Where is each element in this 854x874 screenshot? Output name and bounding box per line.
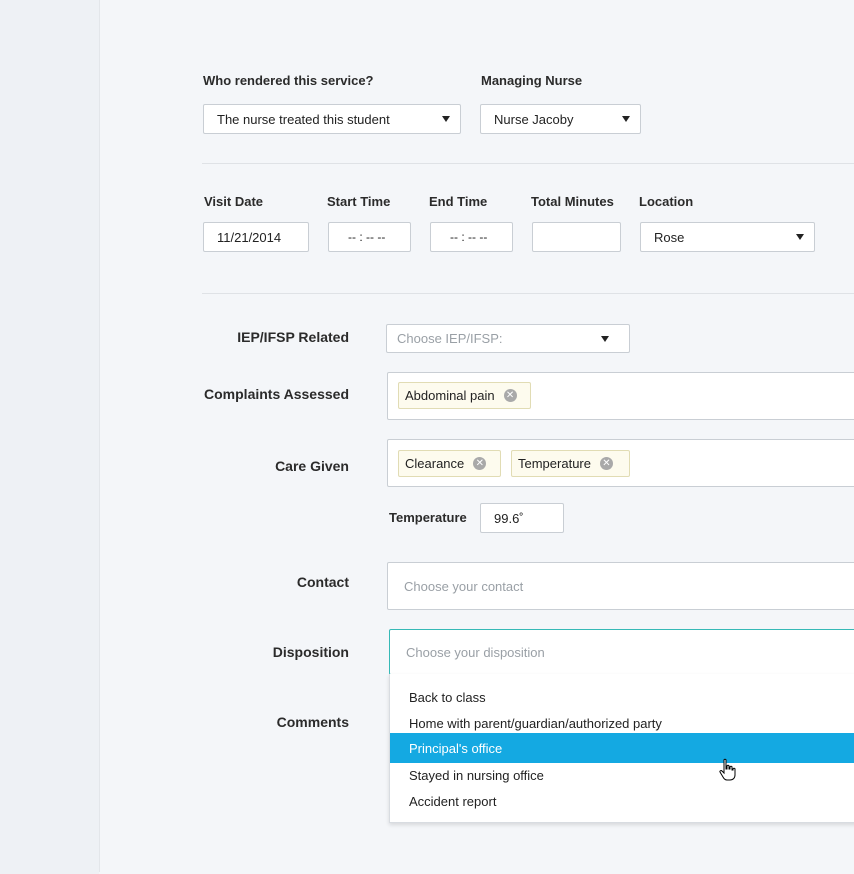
start-time-input[interactable]: -- : -- -- bbox=[328, 222, 411, 252]
disposition-dropdown-list: Back to class Home with parent/guardian/… bbox=[389, 674, 854, 823]
visit-date-label: Visit Date bbox=[204, 194, 264, 209]
disposition-placeholder: Choose your disposition bbox=[406, 644, 545, 660]
visit-date-input[interactable]: 11/21/2014 bbox=[203, 222, 309, 252]
remove-tag-icon[interactable]: ✕ bbox=[599, 457, 613, 470]
remove-tag-icon[interactable]: ✕ bbox=[473, 457, 487, 470]
visit-date-value: 11/21/2014 bbox=[217, 229, 282, 245]
total-minutes-label: Total Minutes bbox=[531, 194, 614, 209]
location-select[interactable]: Rose bbox=[640, 222, 815, 252]
temperature-value: 99.6˚ bbox=[494, 510, 524, 526]
contact-label: Contact bbox=[296, 574, 349, 590]
disposition-option-highlighted[interactable]: Principal's office bbox=[390, 733, 854, 763]
disposition-select[interactable]: Choose your disposition bbox=[389, 629, 854, 675]
total-minutes-input[interactable] bbox=[532, 222, 621, 252]
divider bbox=[202, 293, 854, 294]
comments-label: Comments bbox=[276, 714, 349, 730]
care-tag: Temperature ✕ bbox=[511, 450, 630, 477]
care-tag-label: Clearance bbox=[405, 456, 465, 471]
complaint-tag-label: Abdominal pain bbox=[405, 388, 495, 403]
care-tag-label: Temperature bbox=[518, 456, 591, 471]
caret-down-icon bbox=[796, 234, 804, 240]
caret-down-icon bbox=[622, 116, 630, 122]
rendered-by-label: Who rendered this service? bbox=[203, 73, 374, 88]
hand-cursor-icon bbox=[718, 758, 738, 787]
disposition-label: Disposition bbox=[272, 644, 349, 660]
location-value: Rose bbox=[654, 229, 685, 245]
divider bbox=[202, 163, 854, 164]
rendered-by-select[interactable]: The nurse treated this student bbox=[203, 104, 461, 134]
iep-placeholder: Choose IEP/IFSP: bbox=[397, 331, 503, 346]
end-time-value: -- : -- -- bbox=[450, 230, 488, 244]
temperature-input[interactable]: 99.6˚ bbox=[480, 503, 564, 533]
end-time-label: End Time bbox=[429, 194, 488, 209]
managing-nurse-value: Nurse Jacoby bbox=[494, 111, 574, 127]
temperature-label: Temperature bbox=[389, 510, 467, 525]
iep-select[interactable]: Choose IEP/IFSP: bbox=[386, 324, 630, 353]
disposition-option[interactable]: Accident report bbox=[390, 786, 854, 816]
caret-down-icon bbox=[442, 116, 450, 122]
remove-tag-icon[interactable]: ✕ bbox=[503, 389, 517, 402]
managing-nurse-select[interactable]: Nurse Jacoby bbox=[480, 104, 641, 134]
complaint-tag: Abdominal pain ✕ bbox=[398, 382, 531, 409]
contact-placeholder: Choose your contact bbox=[404, 578, 524, 594]
iep-label: IEP/IFSP Related bbox=[237, 329, 349, 345]
location-label: Location bbox=[639, 194, 694, 209]
care-tag: Clearance ✕ bbox=[398, 450, 501, 477]
caret-down-icon bbox=[601, 335, 609, 342]
left-gutter bbox=[0, 0, 99, 874]
complaints-label: Complaints Assessed bbox=[204, 386, 349, 402]
rendered-by-value: The nurse treated this student bbox=[217, 111, 390, 127]
start-time-label: Start Time bbox=[327, 194, 391, 209]
managing-nurse-label: Managing Nurse bbox=[481, 73, 583, 88]
start-time-value: -- : -- -- bbox=[348, 230, 386, 244]
care-given-label: Care Given bbox=[275, 458, 349, 474]
contact-select[interactable]: Choose your contact bbox=[387, 562, 854, 610]
end-time-input[interactable]: -- : -- -- bbox=[430, 222, 513, 252]
